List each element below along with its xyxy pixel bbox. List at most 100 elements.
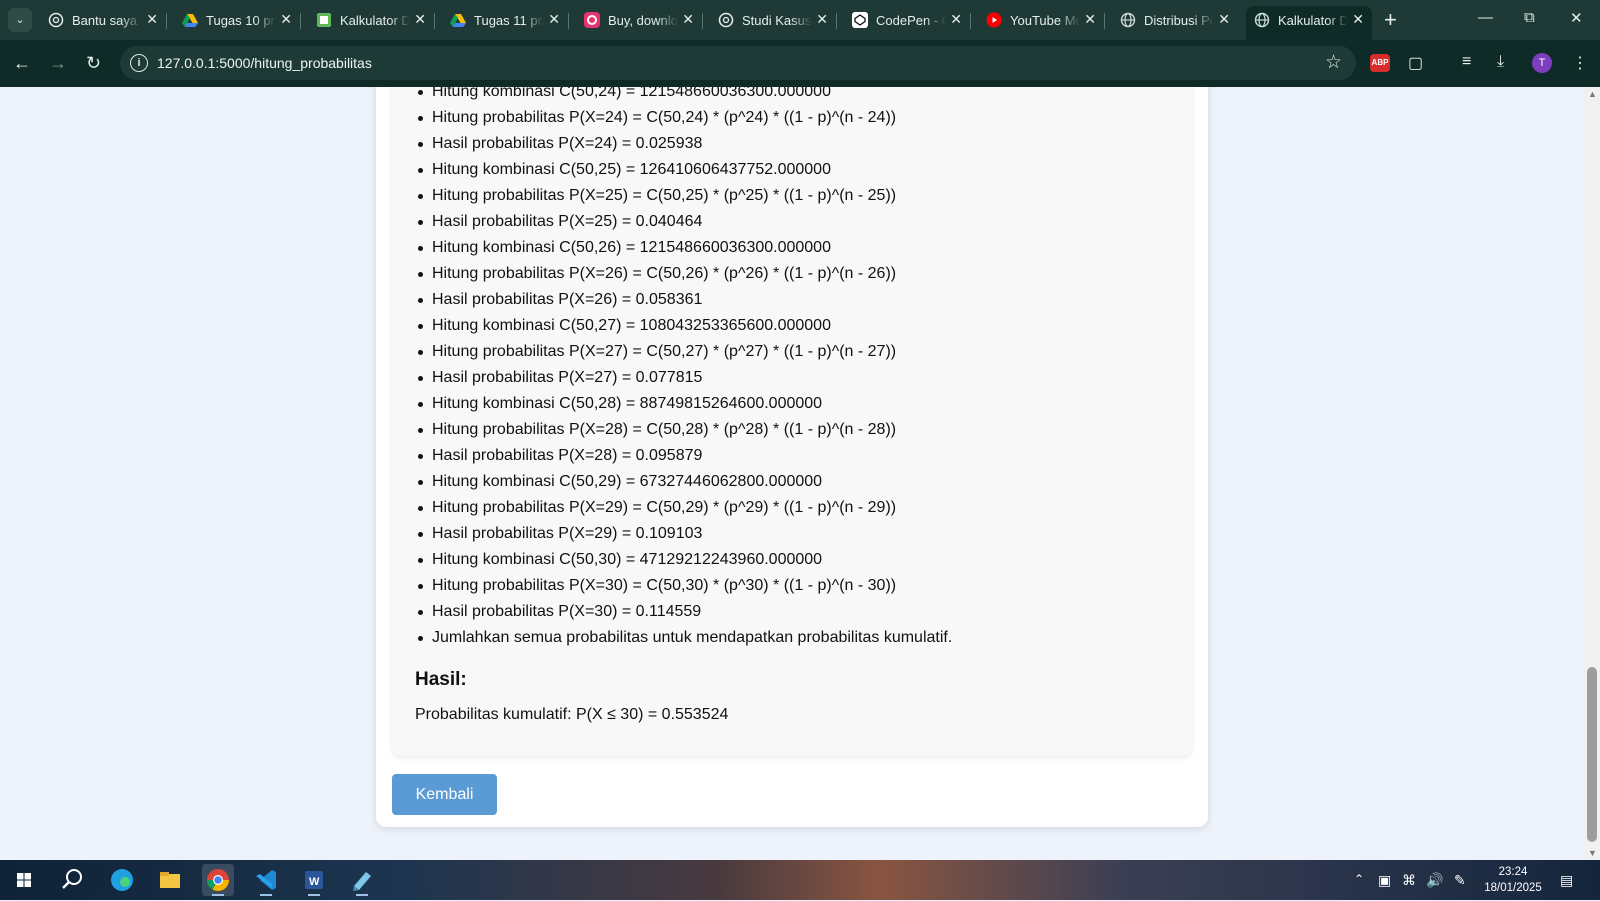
browser-tab[interactable]: Tugas 11 praktikum ✕ bbox=[442, 6, 569, 34]
close-tab-icon[interactable]: ✕ bbox=[1352, 11, 1364, 28]
calculator-card: Hitung kombinasi C(50,24) = 121548660036… bbox=[376, 87, 1208, 827]
adblock-plus-icon[interactable]: ABP bbox=[1370, 54, 1390, 72]
downloads-icon[interactable]: ⤓ bbox=[1497, 53, 1504, 71]
calculation-step: Hasil probabilitas P(X=28) = 0.095879 bbox=[417, 443, 952, 469]
extensions-puzzle-icon[interactable]: ▢ bbox=[1408, 53, 1423, 73]
calculation-step: Jumlahkan semua probabilitas untuk menda… bbox=[417, 625, 952, 651]
scroll-up-arrow-icon[interactable]: ▲ bbox=[1588, 89, 1597, 99]
calculation-step: Hitung probabilitas P(X=26) = C(50,26) *… bbox=[417, 261, 952, 287]
browser-tab[interactable]: Buy, download ✕ bbox=[576, 6, 703, 34]
browser-toolbar: ← → ↻ i 127.0.0.1:5000/hitung_probabilit… bbox=[0, 40, 1600, 87]
tab-title: Distribusi Poisson bbox=[1144, 13, 1214, 28]
new-tab-button[interactable]: + bbox=[1384, 8, 1397, 32]
close-tab-icon[interactable]: ✕ bbox=[1218, 11, 1230, 28]
browser-tab[interactable]: Distribusi Poisson ✕ bbox=[1112, 6, 1238, 34]
tab-title: Bantu saya bbox=[72, 13, 138, 28]
back-button[interactable]: Kembali bbox=[392, 774, 497, 815]
address-bar[interactable]: i 127.0.0.1:5000/hitung_probabilitas ☆ bbox=[120, 46, 1356, 80]
tab-title: Tugas 11 praktikum bbox=[474, 13, 544, 28]
windows-start-icon[interactable] bbox=[8, 864, 40, 896]
close-tab-icon[interactable]: ✕ bbox=[816, 11, 828, 28]
close-tab-icon[interactable]: ✕ bbox=[950, 11, 962, 28]
calculation-step: Hasil probabilitas P(X=26) = 0.058361 bbox=[417, 287, 952, 313]
file-explorer-icon[interactable] bbox=[154, 864, 186, 896]
calculation-steps-list: Hitung kombinasi C(50,24) = 121548660036… bbox=[392, 87, 952, 651]
calculation-step: Hitung kombinasi C(50,25) = 126410606437… bbox=[417, 157, 952, 183]
cumulative-probability-text: Probabilitas kumulatif: P(X ≤ 30) = 0.55… bbox=[415, 706, 729, 723]
tab-strip: ⌄ Bantu saya✕Tugas 10 praktikum✕Kalkulat… bbox=[0, 0, 1600, 40]
minimize-button[interactable]: — bbox=[1478, 9, 1493, 26]
tab-separator bbox=[434, 13, 435, 29]
tab-search-chevron-icon[interactable]: ⌄ bbox=[8, 8, 32, 32]
notifications-icon[interactable]: ▤ bbox=[1560, 872, 1573, 889]
bookmark-star-icon[interactable]: ☆ bbox=[1325, 51, 1342, 74]
browser-tab[interactable]: YouTube Music ✕ bbox=[978, 6, 1105, 34]
tab-separator bbox=[568, 13, 569, 29]
page-scrollbar[interactable]: ▲ ▼ bbox=[1584, 87, 1600, 860]
browser-tab[interactable]: Kalkulator Distribusi ✕ bbox=[308, 6, 435, 34]
openai-icon bbox=[718, 12, 734, 28]
result-panel: Hitung kombinasi C(50,24) = 121548660036… bbox=[392, 87, 1192, 756]
calculation-step: Hitung probabilitas P(X=29) = C(50,29) *… bbox=[417, 495, 952, 521]
calculation-step: Hitung kombinasi C(50,28) = 887498152646… bbox=[417, 391, 952, 417]
url-text[interactable]: 127.0.0.1:5000/hitung_probabilitas bbox=[157, 55, 372, 71]
pen-icon[interactable]: ✎ bbox=[1454, 872, 1466, 889]
close-tab-icon[interactable]: ✕ bbox=[414, 11, 426, 28]
google-drive-icon bbox=[450, 12, 466, 28]
meet-now-icon[interactable]: ▣ bbox=[1378, 872, 1391, 889]
calculation-step: Hitung kombinasi C(50,27) = 108043253365… bbox=[417, 313, 952, 339]
reload-icon[interactable]: ↻ bbox=[86, 53, 101, 73]
close-tab-icon[interactable]: ✕ bbox=[146, 11, 158, 28]
calculation-step: Hitung kombinasi C(50,24) = 121548660036… bbox=[417, 87, 952, 105]
notepad-icon[interactable] bbox=[346, 864, 378, 896]
calculation-step: Hasil probabilitas P(X=24) = 0.025938 bbox=[417, 131, 952, 157]
windows-taskbar: W ⌃ ▣ ⌘ 🔊 ✎ ▤ bbox=[0, 860, 1600, 900]
clock-date: 18/01/2025 bbox=[1484, 882, 1542, 894]
page-viewport: Hitung kombinasi C(50,24) = 121548660036… bbox=[0, 87, 1584, 860]
calculation-step: Hitung kombinasi C(50,26) = 121548660036… bbox=[417, 235, 952, 261]
calculation-step: Hitung probabilitas P(X=24) = C(50,24) *… bbox=[417, 105, 952, 131]
chrome-icon[interactable] bbox=[202, 864, 234, 896]
tab-title: Buy, download bbox=[608, 13, 678, 28]
close-tab-icon[interactable]: ✕ bbox=[280, 11, 292, 28]
back-arrow-icon[interactable]: ← bbox=[13, 53, 31, 73]
tab-title: YouTube Music bbox=[1010, 13, 1080, 28]
calculation-step: Hitung probabilitas P(X=30) = C(50,30) *… bbox=[417, 573, 952, 599]
volume-icon[interactable]: 🔊 bbox=[1426, 872, 1443, 889]
close-tab-icon[interactable]: ✕ bbox=[682, 11, 694, 28]
calculation-step: Hasil probabilitas P(X=29) = 0.109103 bbox=[417, 521, 952, 547]
pink-g-icon bbox=[584, 12, 600, 28]
profile-avatar[interactable]: T bbox=[1532, 53, 1552, 73]
forward-arrow-icon[interactable]: → bbox=[49, 53, 67, 73]
wifi-icon[interactable]: ⌘ bbox=[1402, 872, 1416, 889]
browser-tab-active[interactable]: Kalkulator Distribusi ✕ bbox=[1246, 6, 1372, 40]
browser-tab[interactable]: Studi Kasus ✕ bbox=[710, 6, 837, 34]
close-tab-icon[interactable]: ✕ bbox=[548, 11, 560, 28]
search-icon[interactable] bbox=[56, 864, 88, 896]
tab-title: Kalkulator Distribusi bbox=[1278, 13, 1348, 28]
calculator-app-icon bbox=[316, 12, 332, 28]
menu-kebab-icon[interactable]: ⋮ bbox=[1572, 53, 1588, 73]
scroll-down-arrow-icon[interactable]: ▼ bbox=[1588, 848, 1597, 858]
browser-tab[interactable]: Tugas 10 praktikum ✕ bbox=[174, 6, 301, 34]
codepen-icon bbox=[852, 12, 868, 28]
calculation-step: Hasil probabilitas P(X=30) = 0.114559 bbox=[417, 599, 952, 625]
scrollbar-thumb[interactable] bbox=[1587, 667, 1597, 842]
close-tab-icon[interactable]: ✕ bbox=[1084, 11, 1096, 28]
vscode-icon[interactable] bbox=[250, 864, 282, 896]
site-info-icon[interactable]: i bbox=[130, 54, 148, 72]
tab-title: CodePen - Online bbox=[876, 13, 946, 28]
browser-tab[interactable]: Bantu saya ✕ bbox=[40, 6, 167, 34]
close-window-button[interactable]: ✕ bbox=[1570, 9, 1583, 27]
taskbar-clock[interactable]: 23:24 18/01/2025 bbox=[1478, 864, 1548, 896]
tray-overflow-chevron-icon[interactable]: ⌃ bbox=[1354, 872, 1364, 886]
word-icon[interactable]: W bbox=[298, 864, 330, 896]
restore-button[interactable]: ⧉ bbox=[1524, 9, 1535, 26]
browser-tab[interactable]: CodePen - Online ✕ bbox=[844, 6, 971, 34]
globe-icon bbox=[1254, 12, 1270, 28]
youtube-music-icon bbox=[986, 12, 1002, 28]
edge-icon[interactable] bbox=[106, 864, 138, 896]
media-controls-icon[interactable]: ≡ bbox=[1462, 53, 1471, 71]
tab-separator bbox=[1104, 13, 1105, 29]
calculation-step: Hitung kombinasi C(50,30) = 471292122439… bbox=[417, 547, 952, 573]
